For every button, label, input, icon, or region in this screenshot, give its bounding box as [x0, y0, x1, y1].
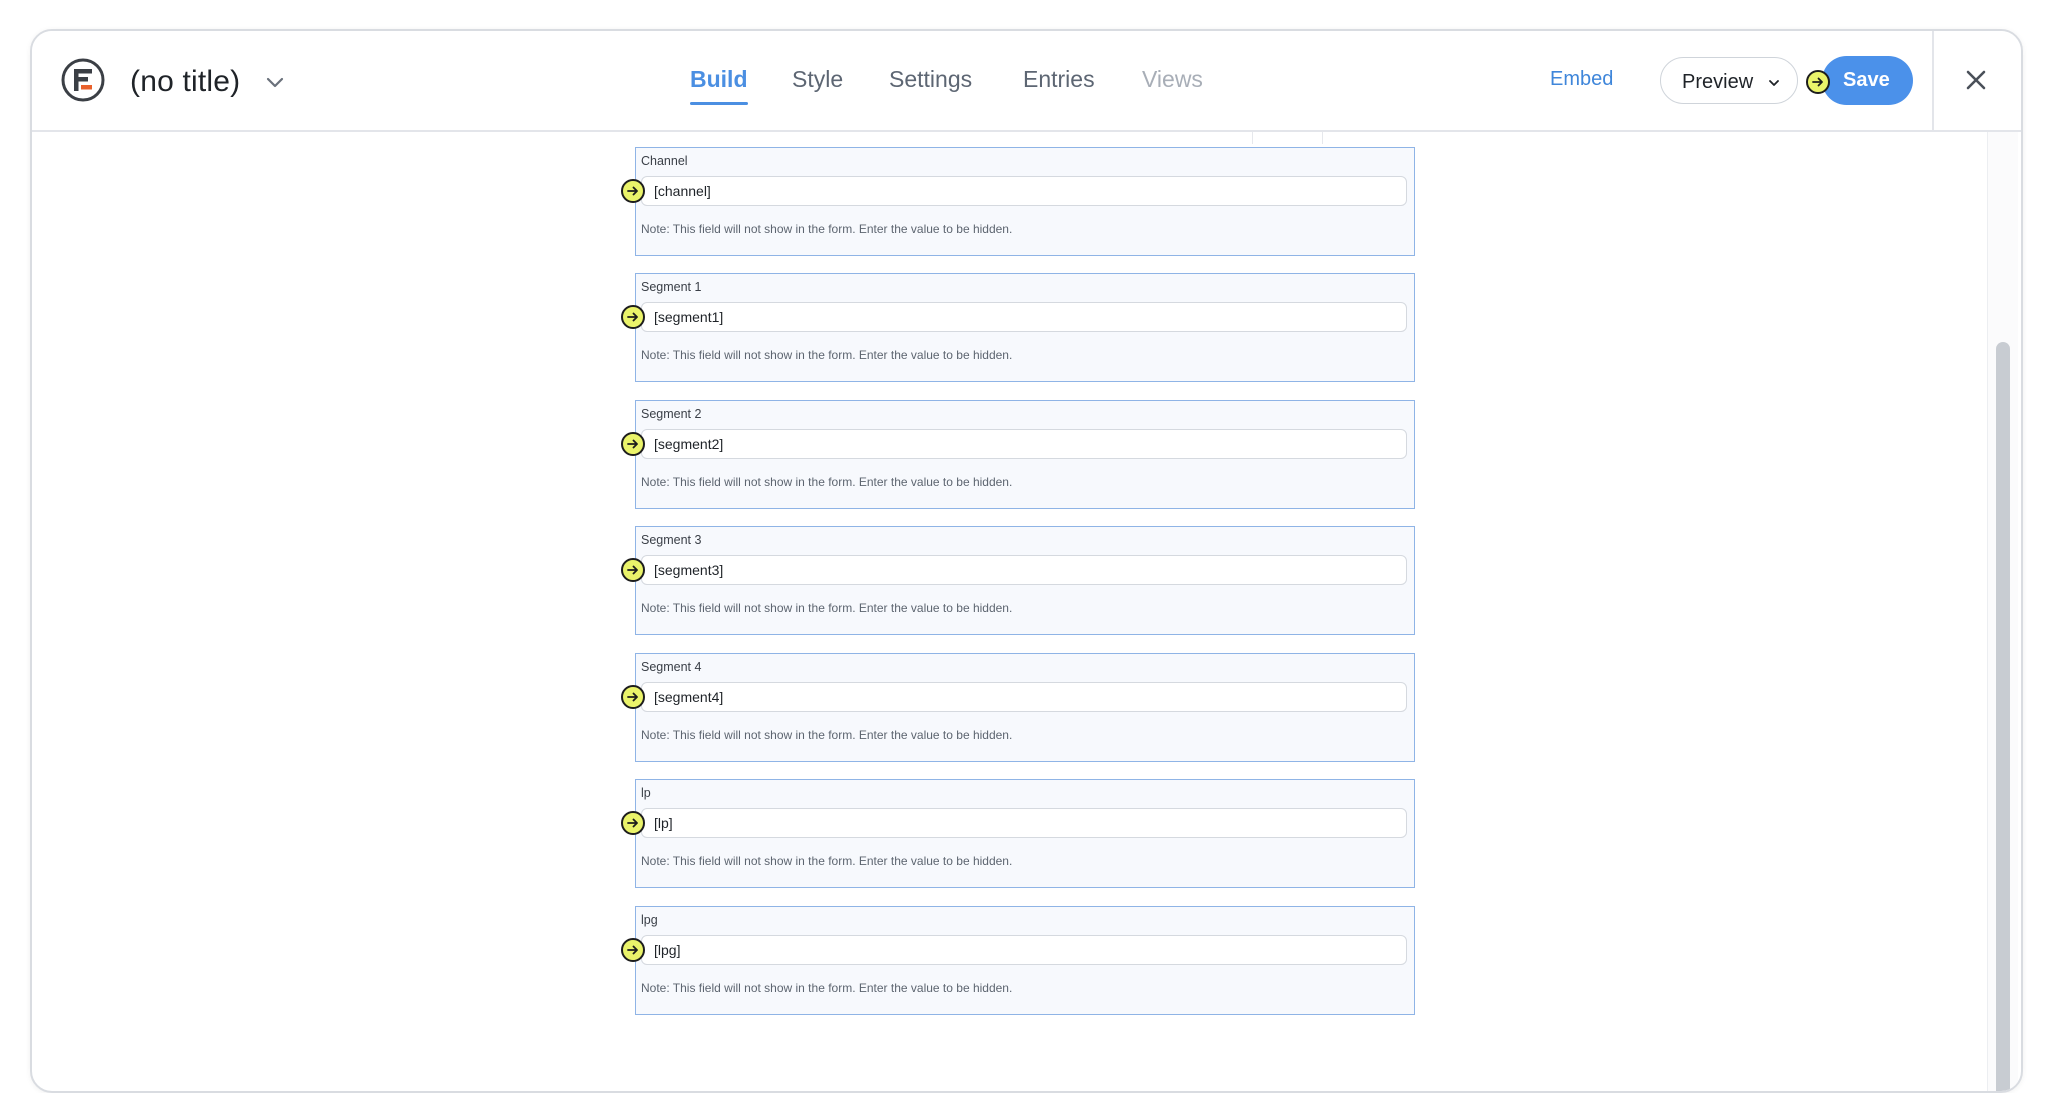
chevron-down-icon[interactable] — [262, 69, 288, 95]
arrow-right-circle-icon — [1806, 70, 1830, 94]
save-button[interactable]: Save — [1822, 56, 1913, 105]
arrow-right-circle-icon — [621, 938, 645, 962]
preview-button[interactable]: Preview — [1660, 57, 1798, 104]
field-note: Note: This field will not show in the fo… — [641, 222, 1013, 236]
divider — [1252, 132, 1253, 144]
tab-views[interactable]: Views — [1142, 66, 1203, 93]
tab-style[interactable]: Style — [792, 66, 843, 93]
field-note: Note: This field will not show in the fo… — [641, 981, 1013, 995]
field-label: Segment 2 — [641, 407, 702, 421]
hidden-field-card[interactable]: Segment 1 Note: This field will not show… — [621, 273, 1415, 382]
tab-entries[interactable]: Entries — [1023, 66, 1095, 93]
hidden-field-card[interactable]: Segment 4 Note: This field will not show… — [621, 653, 1415, 762]
scrollbar-thumb[interactable] — [1996, 342, 2010, 1091]
field-label: Segment 3 — [641, 533, 702, 547]
hidden-field-card[interactable]: lpg Note: This field will not show in th… — [621, 906, 1415, 1015]
field-default-value-input[interactable] — [641, 429, 1407, 459]
hidden-field-card[interactable]: Segment 3 Note: This field will not show… — [621, 526, 1415, 635]
field-note: Note: This field will not show in the fo… — [641, 854, 1013, 868]
preview-button-label: Preview — [1682, 71, 1754, 93]
close-icon[interactable] — [1962, 66, 1990, 94]
arrow-right-circle-icon — [621, 305, 645, 329]
field-default-value-input[interactable] — [641, 808, 1407, 838]
field-label: lpg — [641, 913, 658, 927]
header-divider — [1932, 31, 1934, 130]
divider — [1322, 132, 1323, 144]
field-note: Note: This field will not show in the fo… — [641, 601, 1013, 615]
form-canvas: Channel Note: This field will not show i… — [32, 132, 2021, 1091]
tab-build[interactable]: Build — [690, 66, 748, 105]
field-label: Channel — [641, 154, 688, 168]
arrow-right-circle-icon — [621, 432, 645, 456]
hidden-field-card[interactable]: Channel Note: This field will not show i… — [621, 147, 1415, 256]
form-title[interactable]: (no title) — [130, 65, 240, 99]
field-label: Segment 4 — [641, 660, 702, 674]
field-default-value-input[interactable] — [641, 302, 1407, 332]
hidden-field-card[interactable]: lp Note: This field will not show in the… — [621, 779, 1415, 888]
vertical-scrollbar[interactable] — [1987, 132, 2018, 1091]
field-default-value-input[interactable] — [641, 555, 1407, 585]
chevron-down-icon — [1769, 80, 1779, 86]
hidden-field-card[interactable]: Segment 2 Note: This field will not show… — [621, 400, 1415, 509]
arrow-right-circle-icon — [621, 558, 645, 582]
arrow-right-circle-icon — [621, 685, 645, 709]
field-label: lp — [641, 786, 651, 800]
embed-link[interactable]: Embed — [1550, 68, 1613, 91]
field-default-value-input[interactable] — [641, 682, 1407, 712]
field-note: Note: This field will not show in the fo… — [641, 475, 1013, 489]
field-default-value-input[interactable] — [641, 935, 1407, 965]
field-note: Note: This field will not show in the fo… — [641, 348, 1013, 362]
arrow-right-circle-icon — [621, 811, 645, 835]
field-note: Note: This field will not show in the fo… — [641, 728, 1013, 742]
form-builder-window: (no title) Build Style Settings Entries … — [30, 29, 2023, 1093]
tab-settings[interactable]: Settings — [889, 66, 972, 93]
top-bar: (no title) Build Style Settings Entries … — [32, 31, 2021, 132]
field-default-value-input[interactable] — [641, 176, 1407, 206]
arrow-right-circle-icon — [621, 179, 645, 203]
field-label: Segment 1 — [641, 280, 702, 294]
formidable-logo-icon[interactable] — [61, 58, 105, 102]
save-button-label: Save — [1843, 69, 1890, 91]
